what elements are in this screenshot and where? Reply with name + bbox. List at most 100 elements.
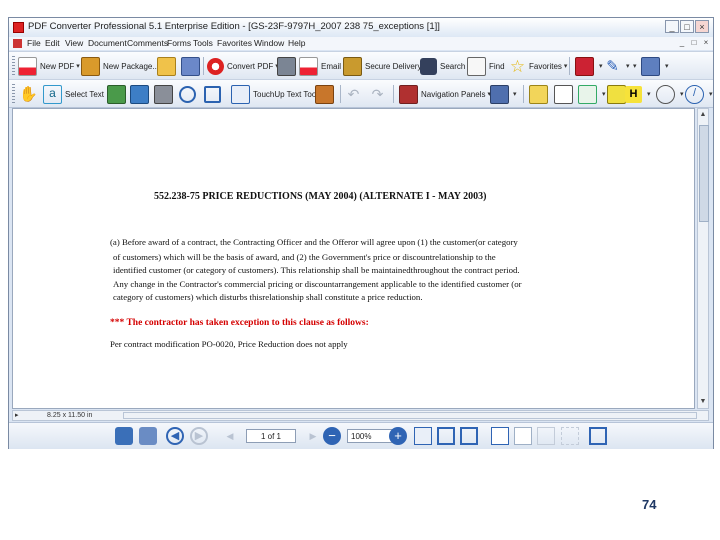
doc-minimize-button[interactable]: _ <box>677 38 687 48</box>
paragraph-line: category of customers) which disturbs th… <box>113 292 423 302</box>
pen-tool-button[interactable]: ✎ ▾ <box>604 56 629 76</box>
touchup-text-icon <box>231 84 250 104</box>
full-screen-icon[interactable] <box>589 427 607 445</box>
doc-restore-button[interactable]: □ <box>689 38 699 48</box>
image-edit-icon <box>107 84 126 104</box>
folder-icon <box>157 56 176 76</box>
next-page-icon[interactable]: ▶ <box>304 427 322 445</box>
markup-button[interactable]: ▾ <box>578 84 606 104</box>
find-icon <box>467 56 486 76</box>
page-up-icon[interactable] <box>139 427 157 445</box>
horizontal-scrollbar[interactable] <box>123 412 697 419</box>
continuous-page-icon[interactable] <box>514 427 532 445</box>
new-pdf-button[interactable]: New PDF ▾ <box>18 56 80 76</box>
maximize-button[interactable]: □ <box>680 20 694 33</box>
zoom-out-icon[interactable]: − <box>323 427 341 445</box>
close-button[interactable]: × <box>695 20 709 33</box>
title-bar[interactable]: PDF Converter Professional 5.1 Enterpris… <box>9 18 713 38</box>
security-button[interactable]: ▾ <box>575 56 603 76</box>
scrollbar-thumb[interactable] <box>699 125 709 222</box>
menu-favorites[interactable]: Favorites <box>217 38 252 48</box>
facing-pages-icon[interactable] <box>537 427 555 445</box>
navigation-panels-button[interactable]: Navigation Panels▾ <box>399 84 491 104</box>
snapshot-button[interactable] <box>154 84 176 104</box>
doc-close-button[interactable]: × <box>701 38 711 48</box>
chevron-down-icon: ▾ <box>513 91 517 98</box>
secure-delivery-button[interactable]: Secure Delivery <box>343 56 421 76</box>
undo-button[interactable]: ↶ <box>345 84 365 104</box>
convert-icon <box>207 57 224 75</box>
new-package-button[interactable]: New Package... <box>81 56 159 76</box>
crop-icon <box>204 85 221 103</box>
zoom-level-field[interactable]: 100% <box>347 429 393 443</box>
pencil-tool-button[interactable]: / ▾ <box>685 84 713 104</box>
touchup-object-button[interactable] <box>315 84 337 104</box>
document-icon[interactable] <box>13 39 22 48</box>
first-page-icon[interactable] <box>115 427 133 445</box>
link-tool-button[interactable]: ▾ <box>656 84 684 104</box>
fit-page-icon[interactable] <box>437 427 455 445</box>
continuous-facing-icon[interactable] <box>561 427 579 445</box>
menu-document[interactable]: Document <box>88 38 127 48</box>
secure-package-icon <box>343 56 362 76</box>
hand-tool-button[interactable]: ✋ <box>19 84 39 104</box>
rotate-button[interactable] <box>179 84 199 104</box>
search-button[interactable]: Search <box>420 56 465 76</box>
highlight-button[interactable]: H ▾ <box>625 84 651 104</box>
find-button[interactable]: Find <box>467 56 505 76</box>
fit-width-icon[interactable] <box>460 427 478 445</box>
scroll-up-arrow[interactable]: ▲ <box>698 109 708 121</box>
note-button[interactable] <box>529 84 551 104</box>
star-icon: ☆ <box>509 56 526 76</box>
previous-page-icon[interactable]: ◀ <box>221 427 239 445</box>
back-arrow-icon[interactable]: ◀ <box>166 427 184 445</box>
toolbar-grip[interactable] <box>12 56 15 75</box>
vertical-scrollbar[interactable]: ▲ ▼ <box>697 108 709 409</box>
zoom-in-icon[interactable]: + <box>389 427 407 445</box>
collapse-arrow[interactable]: ▸ <box>15 411 19 419</box>
menu-window[interactable]: Window <box>254 38 284 48</box>
toolbar-grip[interactable] <box>12 84 15 103</box>
forward-arrow-icon[interactable]: ▶ <box>190 427 208 445</box>
panel-options-button[interactable] <box>490 84 512 104</box>
email-button[interactable]: Email <box>299 56 341 76</box>
menu-help[interactable]: Help <box>288 38 305 48</box>
save-button[interactable] <box>181 56 203 76</box>
edit-image-button[interactable] <box>107 84 129 104</box>
menu-view[interactable]: View <box>65 38 83 48</box>
slide-number: 74 <box>642 497 657 512</box>
navigation-bar: ◀ ▶ ◀ 1 of 1 ▶ − 100% + <box>9 422 713 449</box>
hand-icon: ✋ <box>19 85 38 103</box>
print-button[interactable] <box>277 56 299 76</box>
minimize-button[interactable]: _ <box>665 20 679 33</box>
redo-button[interactable]: ↷ <box>369 84 389 104</box>
toolbar-separator <box>393 85 394 103</box>
favorites-button[interactable]: ☆ Favorites ▾ <box>509 56 568 76</box>
open-folder-button[interactable] <box>157 56 179 76</box>
single-page-icon[interactable] <box>491 427 509 445</box>
toolbar-dropdown[interactable]: ▾ <box>511 84 517 104</box>
menu-tools[interactable]: Tools <box>193 38 213 48</box>
form-icon <box>641 56 660 76</box>
crop-button[interactable] <box>204 84 224 104</box>
touchup-text-button[interactable]: TouchUp Text Tool <box>231 84 318 104</box>
page-number-field[interactable]: 1 of 1 <box>246 429 296 443</box>
panels-icon <box>399 84 418 104</box>
text-box-button[interactable] <box>554 84 576 104</box>
menu-comments[interactable]: Comments <box>127 38 168 48</box>
toolbar-separator <box>203 57 204 75</box>
actual-size-icon[interactable] <box>414 427 432 445</box>
toolbar-separator <box>569 57 570 75</box>
scroll-down-arrow[interactable]: ▼ <box>698 396 708 408</box>
select-image-button[interactable] <box>130 84 152 104</box>
menu-forms[interactable]: Forms <box>167 38 191 48</box>
undo-icon: ↶ <box>347 85 360 102</box>
convert-pdf-button[interactable]: Convert PDF▾ <box>207 56 279 76</box>
form-tool-button[interactable]: ▾ <box>641 56 669 76</box>
note-icon <box>529 84 548 104</box>
select-text-button[interactable]: a Select Text <box>43 84 104 104</box>
menu-edit[interactable]: Edit <box>45 38 60 48</box>
tools-toolbar: ✋ a Select Text TouchUp Text Tool ↶ ↷ Na… <box>9 79 713 108</box>
dropdown-button[interactable]: ▾ <box>631 56 637 76</box>
menu-file[interactable]: File <box>27 38 41 48</box>
